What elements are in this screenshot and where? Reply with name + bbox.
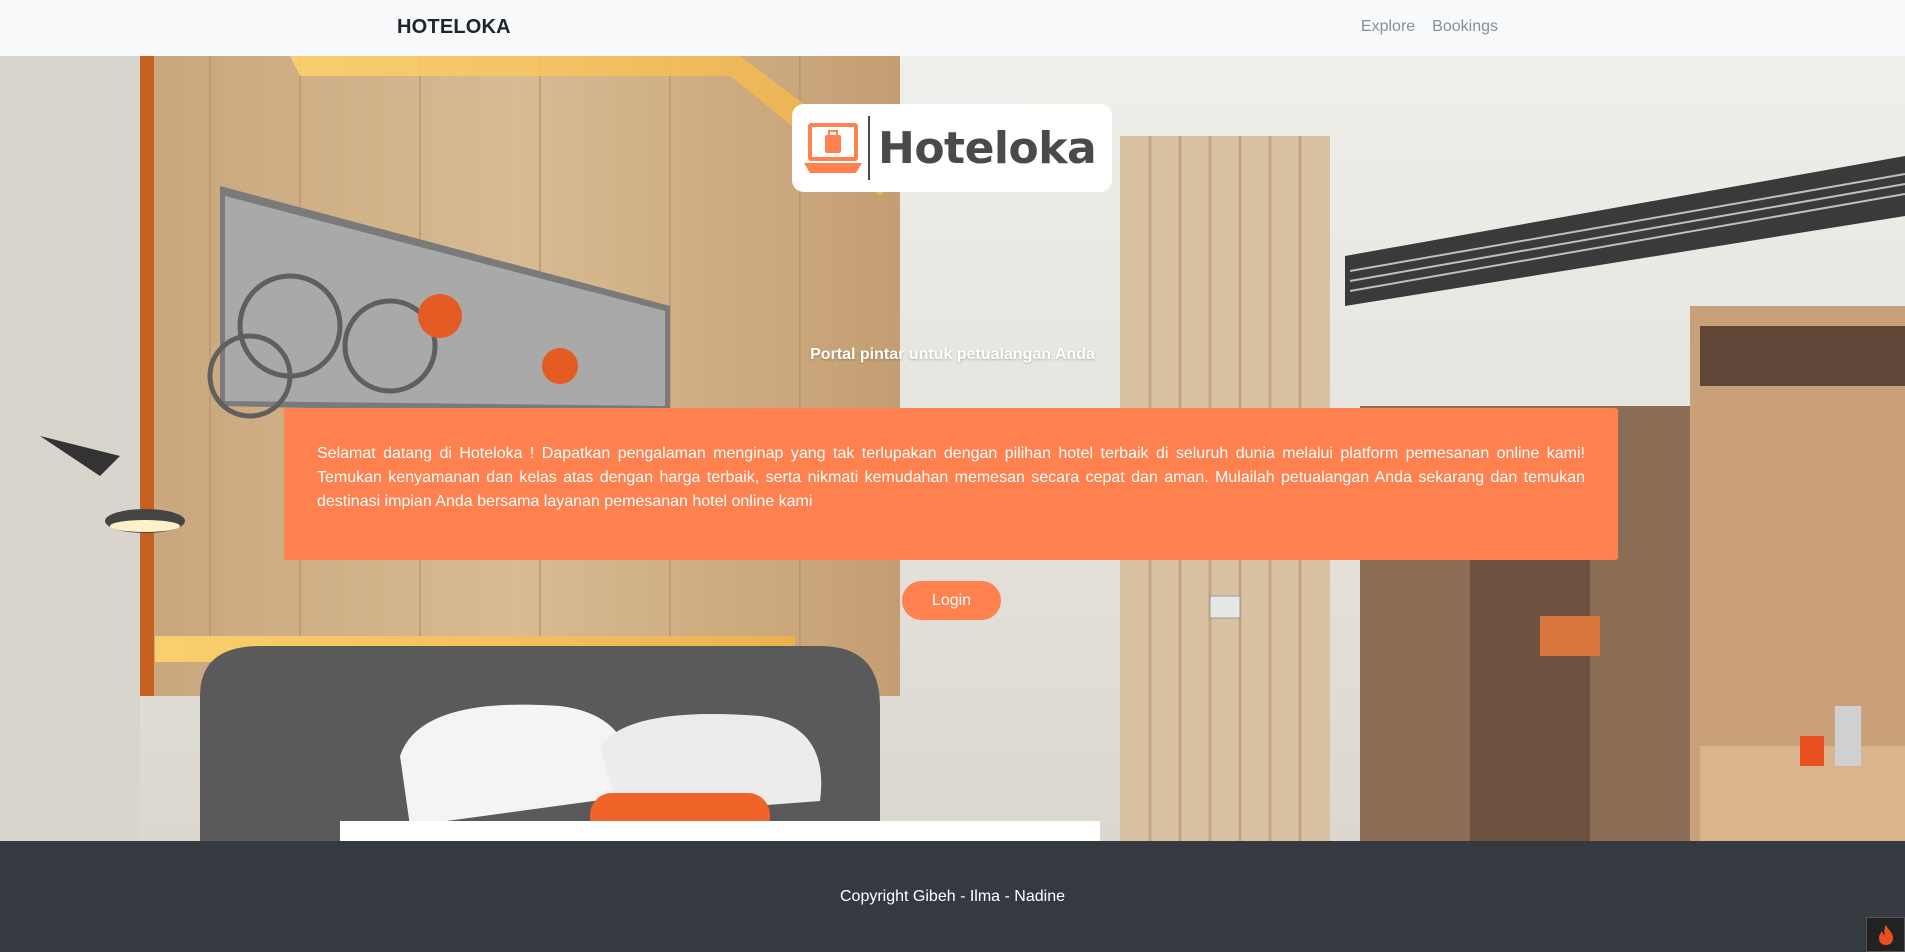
navbar: HOTELOKA Explore Bookings bbox=[0, 0, 1905, 56]
logo-divider bbox=[868, 116, 870, 180]
logo-wordmark: Hoteloka bbox=[878, 122, 1097, 174]
navbar-brand[interactable]: HOTELOKA bbox=[397, 16, 511, 39]
nav-links: Explore Bookings bbox=[1361, 18, 1498, 36]
laptop-suitcase-icon bbox=[804, 123, 862, 173]
nav-link-bookings[interactable]: Bookings bbox=[1432, 18, 1498, 36]
footer: Copyright Gibeh - Ilma - Nadine bbox=[0, 841, 1905, 952]
footer-copyright: Copyright Gibeh - Ilma - Nadine bbox=[840, 888, 1065, 905]
nav-link-explore[interactable]: Explore bbox=[1361, 18, 1415, 36]
hoteloka-logo: Hoteloka bbox=[792, 104, 1112, 192]
welcome-text: Selamat datang di Hoteloka ! Dapatkan pe… bbox=[317, 445, 1585, 510]
flame-icon[interactable] bbox=[1866, 917, 1905, 952]
hero-section: Hoteloka Portal pintar untuk petualangan… bbox=[0, 56, 1905, 841]
login-button[interactable]: Login bbox=[902, 581, 1001, 620]
hero-tagline: Portal pintar untuk petualangan Anda bbox=[810, 346, 1095, 363]
welcome-box: Selamat datang di Hoteloka ! Dapatkan pe… bbox=[284, 408, 1618, 560]
